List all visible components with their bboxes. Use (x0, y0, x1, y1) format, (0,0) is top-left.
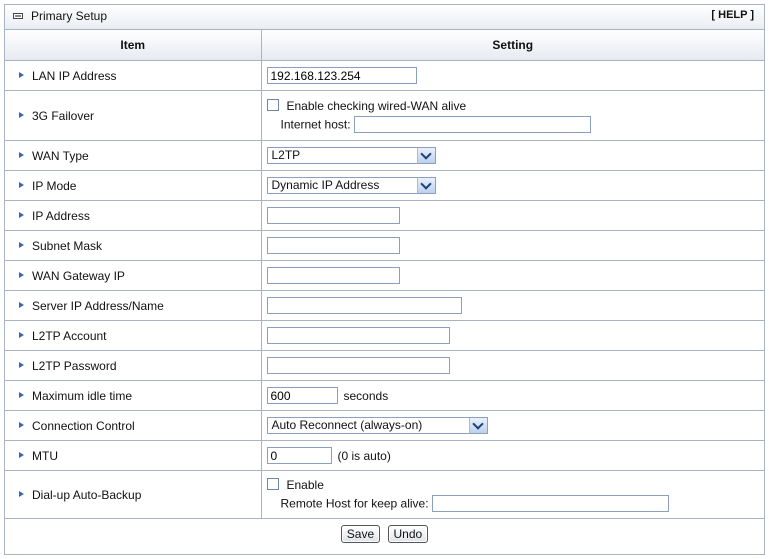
save-button[interactable]: Save (340, 524, 381, 543)
backup-checkbox-label: Enable (286, 477, 324, 492)
backup-label: Dial-up Auto-Backup (32, 487, 142, 502)
arrow-right-icon (19, 302, 24, 309)
column-header-setting: Setting (261, 30, 764, 61)
account-input[interactable] (266, 327, 450, 344)
ip-mode-select[interactable]: Dynamic IP Address (266, 177, 436, 194)
help-link[interactable]: [ HELP ] (711, 9, 754, 21)
password-label: L2TP Password (32, 358, 117, 373)
table-row: WAN Gateway IP (5, 260, 764, 291)
arrow-right-icon (19, 272, 24, 279)
connection-control-select[interactable]: Auto Reconnect (always-on) (266, 417, 488, 434)
arrow-right-icon (19, 112, 24, 119)
idle-time-input[interactable] (266, 387, 338, 404)
gateway-input[interactable] (266, 267, 400, 284)
connection-control-value: Auto Reconnect (always-on) (271, 418, 423, 432)
ip-address-input[interactable] (266, 207, 400, 224)
backup-checkbox[interactable] (266, 478, 279, 491)
wan-type-select[interactable]: L2TP (266, 147, 436, 164)
ip-address-label: IP Address (32, 208, 90, 223)
chevron-down-icon (420, 177, 432, 190)
panel-icon (13, 13, 23, 19)
ip-mode-label: IP Mode (32, 178, 77, 193)
arrow-right-icon (19, 212, 24, 219)
panel-title: Primary Setup (31, 9, 108, 23)
account-label: L2TP Account (32, 328, 107, 343)
subnet-mask-label: Subnet Mask (32, 238, 103, 253)
chevron-down-icon (420, 147, 432, 160)
chevron-down-icon (472, 417, 484, 430)
column-header-item: Item (5, 30, 262, 61)
panel-titlebar: Primary Setup [ HELP ] (5, 5, 764, 30)
table-row: IP Address (5, 200, 764, 231)
remote-host-label: Remote Host for keep alive: (280, 496, 429, 511)
table-row: WAN Type L2TP (5, 140, 764, 171)
arrow-right-icon (19, 152, 24, 159)
table-row: IP Mode Dynamic IP Address (5, 170, 764, 201)
lan-ip-label: LAN IP Address (32, 68, 117, 83)
password-input[interactable] (266, 357, 450, 374)
dropdown-button[interactable] (416, 177, 435, 193)
lan-ip-input[interactable] (266, 67, 417, 84)
table-row: Maximum idle time seconds (5, 380, 764, 411)
wan-type-label: WAN Type (32, 148, 89, 163)
table-row: L2TP Password (5, 350, 764, 381)
table-row: Dial-up Auto-Backup Enable Remote Host f… (5, 470, 764, 519)
idle-time-label: Maximum idle time (32, 388, 133, 403)
mtu-note: (0 is auto) (337, 448, 391, 463)
arrow-right-icon (19, 452, 24, 459)
gateway-label: WAN Gateway IP (32, 268, 125, 283)
subnet-mask-input[interactable] (266, 237, 400, 254)
failover-checkbox-label: Enable checking wired-WAN alive (286, 98, 467, 113)
server-label: Server IP Address/Name (32, 298, 164, 313)
settings-table: Item Setting LAN IP Address 3G Failover … (5, 30, 764, 549)
undo-button[interactable]: Undo (387, 524, 429, 543)
failover-label: 3G Failover (32, 108, 95, 123)
table-row: Server IP Address/Name (5, 290, 764, 321)
primary-setup-panel: Primary Setup [ HELP ] Item Setting LAN … (4, 4, 765, 555)
server-input[interactable] (266, 297, 462, 314)
arrow-right-icon (19, 332, 24, 339)
table-row: MTU (0 is auto) (5, 440, 764, 471)
button-row: Save Undo (5, 519, 764, 549)
table-row: Connection Control Auto Reconnect (alway… (5, 410, 764, 441)
table-row: LAN IP Address (5, 60, 764, 91)
table-row: 3G Failover Enable checking wired-WAN al… (5, 90, 764, 141)
internet-host-label: Internet host: (280, 117, 351, 132)
arrow-right-icon (19, 422, 24, 429)
internet-host-input[interactable] (353, 116, 591, 134)
table-row: L2TP Account (5, 320, 764, 351)
ip-mode-value: Dynamic IP Address (271, 178, 380, 192)
arrow-right-icon (19, 182, 24, 189)
arrow-right-icon (19, 491, 24, 498)
arrow-right-icon (19, 392, 24, 399)
idle-time-unit: seconds (343, 388, 389, 403)
remote-host-input[interactable] (431, 495, 669, 513)
dropdown-button[interactable] (468, 417, 487, 433)
arrow-right-icon (19, 72, 24, 79)
arrow-right-icon (19, 242, 24, 249)
mtu-input[interactable] (266, 447, 332, 464)
table-row: Subnet Mask (5, 230, 764, 261)
connection-control-label: Connection Control (32, 418, 135, 433)
dropdown-button[interactable] (416, 147, 435, 163)
mtu-label: MTU (32, 448, 58, 463)
wan-type-value: L2TP (271, 148, 301, 162)
arrow-right-icon (19, 362, 24, 369)
failover-checkbox[interactable] (266, 99, 279, 112)
